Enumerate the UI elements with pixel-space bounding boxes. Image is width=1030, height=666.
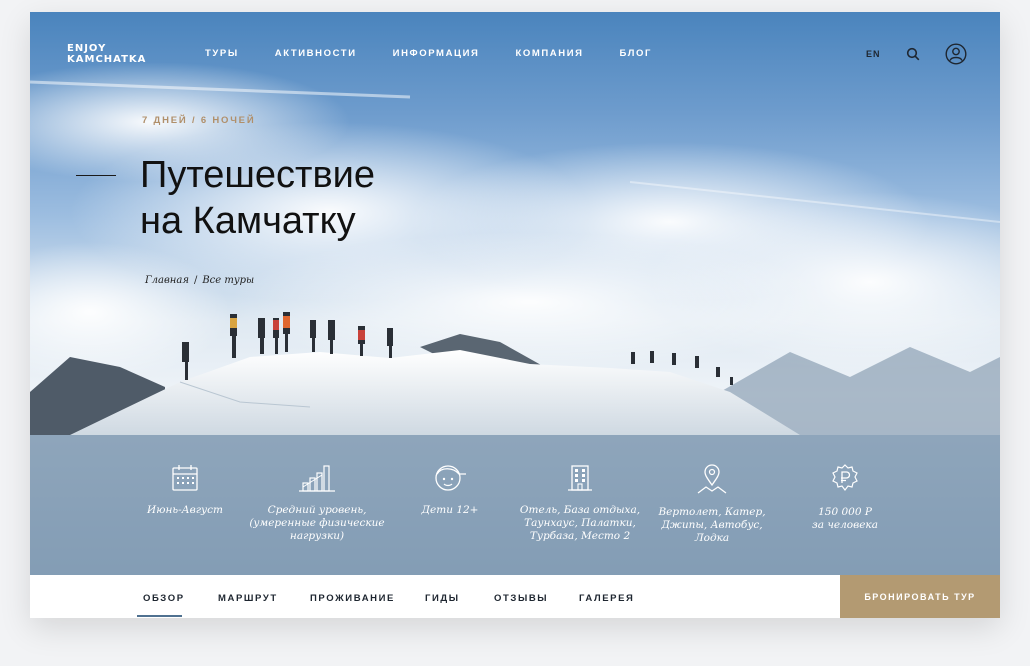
search-icon[interactable]	[906, 47, 920, 61]
building-icon	[568, 465, 592, 491]
nav-item-company[interactable]: КОМПАНИЯ	[515, 48, 583, 59]
title-divider	[76, 175, 116, 176]
active-tab-indicator	[137, 615, 182, 617]
feature-difficulty-line-1: Средний уровень,	[267, 504, 367, 516]
brand-logo[interactable]: ENJOY KAMCHATKA	[67, 43, 146, 65]
child-face-icon	[435, 465, 466, 491]
feature-age-text: Дети 12+	[421, 504, 479, 516]
tab-guides[interactable]: ГИДЫ	[425, 593, 460, 604]
nav-item-tours[interactable]: ТУРЫ	[205, 48, 239, 59]
feature-transport: Вертолет, Катер, Джипы, Автобус, Лодка	[642, 463, 782, 545]
feature-difficulty-line-2: (умеренные физические	[249, 517, 385, 529]
tab-accommodation[interactable]: ПРОЖИВАНИЕ	[310, 593, 395, 604]
user-icon[interactable]	[945, 43, 967, 65]
feature-transport-line-1: Вертолет, Катер,	[658, 506, 766, 518]
feature-price: 150 000 Р за человека	[775, 463, 915, 532]
breadcrumb-separator: /	[193, 275, 198, 286]
page-title-line-1: Путешествие	[140, 154, 375, 196]
page-title: Путешествие на Камчатку	[140, 152, 560, 244]
hero-section: ENJOY KAMCHATKA ТУРЫ АКТИВНОСТИ ИНФОРМАЦ…	[30, 12, 1000, 575]
ruble-badge-icon	[832, 464, 858, 491]
tour-features-band: Июнь-Август Средний уровень, (умеренные …	[30, 435, 1000, 575]
feature-season: Июнь-Август	[115, 463, 255, 517]
page-frame: ENJOY KAMCHATKA ТУРЫ АКТИВНОСТИ ИНФОРМАЦ…	[30, 12, 1000, 618]
bar-chart-icon	[299, 465, 335, 492]
main-nav: ТУРЫ АКТИВНОСТИ ИНФОРМАЦИЯ КОМПАНИЯ БЛОГ	[205, 48, 688, 59]
tab-reviews[interactable]: ОТЗЫВЫ	[494, 593, 548, 604]
logo-line-2: KAMCHATKA	[67, 54, 147, 65]
breadcrumb-all-tours[interactable]: Все туры	[202, 275, 254, 286]
breadcrumb-home[interactable]: Главная	[145, 275, 189, 286]
logo-line-1: ENJOY	[67, 43, 107, 54]
book-tour-button[interactable]: БРОНИРОВАТЬ ТУР	[840, 575, 1000, 618]
breadcrumb: Главная / Все туры	[145, 275, 254, 286]
feature-transport-line-3: Лодка	[694, 532, 730, 544]
feature-accommodation-line-2: Таунхаус, Палатки,	[524, 517, 636, 529]
feature-age: Дети 12+	[380, 463, 520, 517]
page-title-line-2: на Камчатку	[140, 200, 356, 242]
nav-item-activities[interactable]: АКТИВНОСТИ	[275, 48, 357, 59]
tour-tabs: ОБЗОР МАРШРУТ ПРОЖИВАНИЕ ГИДЫ ОТЗЫВЫ ГАЛ…	[30, 575, 1000, 618]
feature-price-value: 150 000 Р	[818, 506, 872, 518]
nav-item-info[interactable]: ИНФОРМАЦИЯ	[393, 48, 480, 59]
feature-accommodation-line-3: Турбаза, Место 2	[529, 530, 631, 542]
feature-difficulty-line-3: нагрузки)	[289, 530, 345, 542]
tab-route[interactable]: МАРШРУТ	[218, 593, 278, 604]
feature-season-text: Июнь-Август	[147, 504, 223, 516]
tab-gallery[interactable]: ГАЛЕРЕЯ	[579, 593, 634, 604]
tour-duration: 7 ДНЕЙ / 6 НОЧЕЙ	[142, 115, 256, 126]
tab-overview[interactable]: ОБЗОР	[143, 593, 185, 604]
feature-accommodation-line-1: Отель, База отдыха,	[519, 504, 641, 516]
location-pin-icon	[697, 464, 727, 494]
calendar-icon	[172, 465, 198, 491]
feature-price-unit: за человека	[812, 519, 878, 531]
feature-accommodation: Отель, База отдыха, Таунхаус, Палатки, Т…	[510, 463, 650, 543]
language-switch[interactable]: EN	[866, 49, 881, 59]
feature-difficulty: Средний уровень, (умеренные физические н…	[247, 463, 387, 543]
feature-transport-line-2: Джипы, Автобус,	[661, 519, 763, 531]
nav-item-blog[interactable]: БЛОГ	[620, 48, 652, 59]
